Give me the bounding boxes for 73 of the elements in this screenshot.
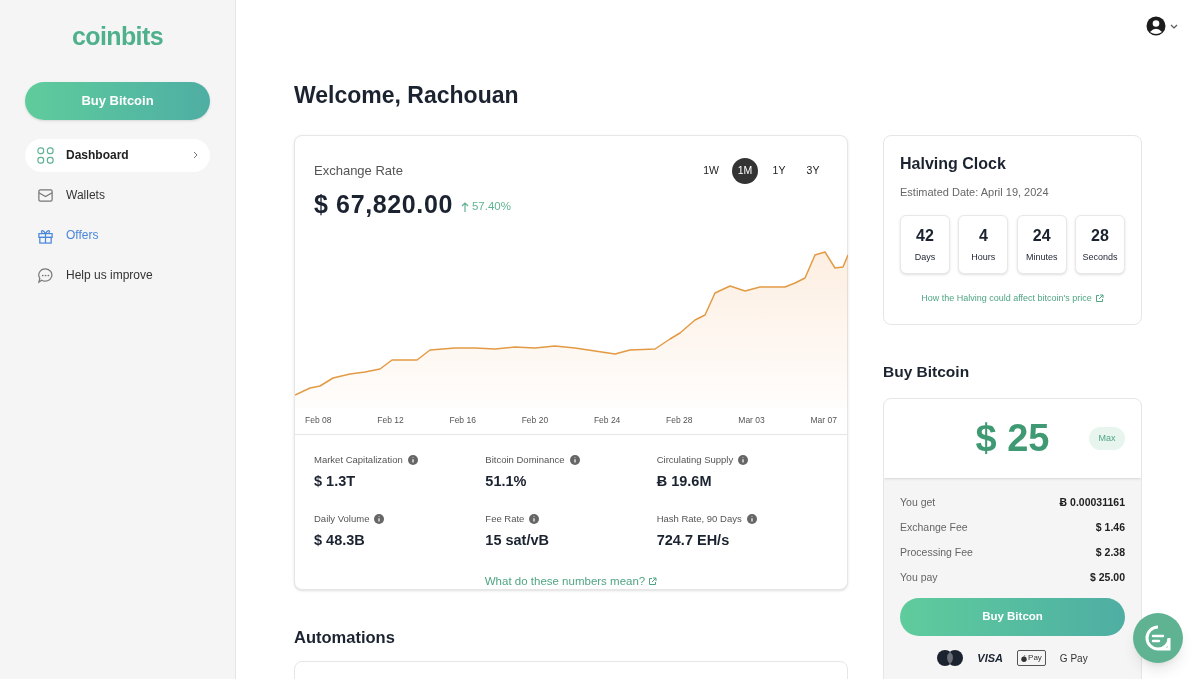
range-tab[interactable]: 3Y [800,157,826,184]
axis-label: Feb 20 [521,413,549,427]
nav-item[interactable]: Help us improve [25,258,210,292]
grid-icon [37,146,54,164]
account-icon[interactable] [1146,16,1166,36]
range-tab[interactable]: 1M [732,157,758,184]
range-tab[interactable]: 1Y [766,157,792,184]
summary-value: Ƀ 0.00031161 [1059,494,1125,510]
card-title: Halving Clock [900,153,1007,174]
price-change: 57.40% [471,199,511,215]
stat-label: Market Capitalization [314,453,403,468]
payment-logo: Pay [1017,650,1046,666]
apple-icon [1021,654,1028,662]
axis-label: Mar 03 [738,413,765,427]
countdown-value: 28 [1091,226,1109,247]
external-link-icon [1094,294,1104,304]
summary-value: $ 1.46 [1095,519,1125,535]
info-icon[interactable] [738,455,749,466]
axis-label: Feb 24 [593,413,621,427]
chat-bubble-icon [37,266,54,284]
info-icon[interactable] [407,455,418,466]
stat-value: 724.7 EH/s [656,530,731,550]
price: $ 67,820.00 [314,191,453,217]
estimated-date: Estimated Date: April 19, 2024 [900,184,1050,200]
countdown-unit: Seconds [1082,251,1118,265]
chevron-right-icon [193,151,198,159]
stat-label: Bitcoin Dominance [485,453,565,468]
nav-item[interactable]: Dashboard [25,138,210,172]
nav-item[interactable]: Wallets [25,178,210,212]
axis-label: Feb 08 [305,413,332,427]
info-icon[interactable] [746,514,757,525]
external-link-icon [648,577,658,587]
stat-label: Hash Rate, 90 Days [656,512,742,527]
range-tab[interactable]: 1W [698,157,724,184]
info-icon[interactable] [374,514,385,525]
section-title: Buy Bitcoin [883,361,971,382]
countdown-value: 4 [978,226,988,247]
stat-value: 51.1% [485,471,528,491]
axis-label: Feb 28 [666,413,693,427]
info-icon[interactable] [529,514,540,525]
page-title: Welcome, Rachouan [294,81,520,110]
stat-value: 15 sat/vB [485,530,550,550]
axis-label: Mar 07 [810,413,837,427]
payment-logo: G Pay [1059,651,1088,666]
summary-label: You pay [900,569,938,585]
card-title: Exchange Rate [314,161,403,180]
nav-item[interactable]: Offers [25,218,210,252]
logo: coinbits [72,21,163,52]
stat-value: Ƀ 19.6M [656,471,713,491]
countdown-unit: Minutes [1025,251,1058,265]
countdown-value: 42 [916,226,934,247]
summary-value: $ 2.38 [1095,544,1125,560]
summary-label: You get [900,494,936,510]
chat-icon [1144,624,1172,652]
stat-value: $ 1.3T [314,471,357,491]
countdown-unit: Hours [971,251,996,265]
summary-value: $ 25.00 [1089,569,1125,585]
summary-label: Processing Fee [900,544,973,560]
countdown-value: 24 [1032,226,1051,247]
info-icon[interactable] [569,455,580,466]
chevron-down-icon[interactable] [1170,23,1178,29]
card-logo-icon [937,650,964,666]
section-title: Automations [294,626,396,648]
summary-label: Exchange Fee [900,519,968,535]
payment-logo: VISA [977,650,1004,666]
axis-label: Feb 16 [449,413,476,427]
countdown-unit: Days [914,251,936,265]
axis-label: Feb 12 [377,413,404,427]
stat-label: Fee Rate [485,512,525,527]
stat-label: Daily Volume [314,512,370,527]
arrow-up-icon [460,201,469,212]
stat-label: Circulating Supply [656,453,734,468]
stat-value: $ 48.3B [314,530,366,550]
